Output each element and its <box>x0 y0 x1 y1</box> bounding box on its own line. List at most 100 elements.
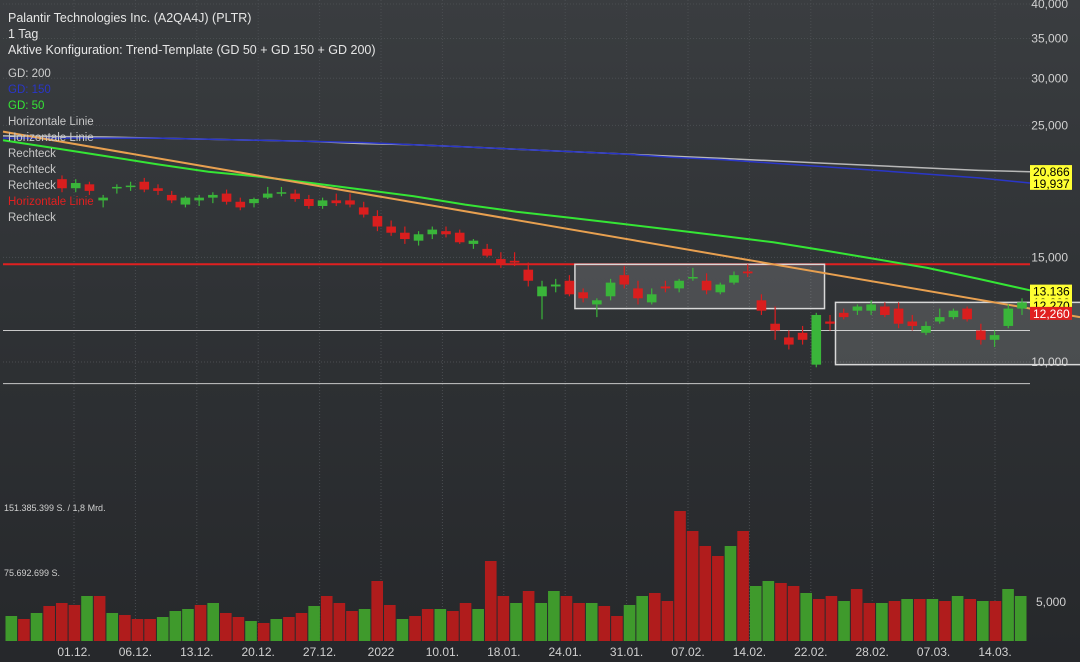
volume-bar <box>850 589 863 641</box>
candle-down <box>907 321 918 326</box>
volume-bar <box>497 596 510 641</box>
candle-up <box>688 277 698 279</box>
legend-item-gd50[interactable]: GD: 50 <box>8 98 94 114</box>
legend-item-horizontal-line[interactable]: Horizontale Linie <box>8 114 94 130</box>
date-tick-label: 24.01. <box>549 645 582 659</box>
candle-down <box>838 312 849 318</box>
volume-bar <box>384 605 396 641</box>
candle-up <box>427 229 438 235</box>
volume-bar <box>623 605 636 641</box>
volume-bar <box>18 619 30 641</box>
date-tick-label: 06.12. <box>119 645 152 659</box>
candle-down <box>742 271 753 274</box>
candle-down <box>564 280 575 295</box>
candle-down <box>441 231 451 235</box>
candle-down <box>454 232 465 243</box>
candle-up <box>537 286 547 297</box>
candle-up <box>989 335 1000 340</box>
candle-down <box>304 199 314 206</box>
legend-item-rectangle[interactable]: Rechteck <box>8 210 94 226</box>
candle-up <box>811 314 822 365</box>
volume-bar <box>510 603 522 641</box>
volume-bar <box>459 603 472 641</box>
candle-down <box>386 226 396 233</box>
candle-up <box>729 275 739 283</box>
volume-bar <box>573 603 585 641</box>
moving-average-gd50 <box>2 139 1031 292</box>
date-tick-label: 27.12. <box>303 645 336 659</box>
volume-bar <box>5 616 18 641</box>
volume-bar <box>749 586 762 641</box>
moving-average-gd200 <box>2 135 1031 173</box>
candle-up <box>413 234 424 241</box>
volume-bar <box>548 591 560 641</box>
volume-bar <box>838 601 850 641</box>
volume-bar <box>737 531 749 641</box>
volume-bar <box>30 613 43 641</box>
legend-item-rectangle[interactable]: Rechteck <box>8 162 94 178</box>
date-tick-label: 22.02. <box>794 645 827 659</box>
volume-bar <box>661 601 674 641</box>
candle-up <box>605 282 616 297</box>
volume-bar <box>699 546 712 641</box>
legend-item-rectangle[interactable]: Rechteck <box>8 146 94 162</box>
candle-up <box>866 304 876 311</box>
chart-canvas[interactable]: 40,00035,00030,00025,00015,00010,00020,8… <box>0 0 1080 662</box>
volume-bar <box>674 511 686 641</box>
candle-up <box>715 284 726 293</box>
volume-bar <box>194 605 207 641</box>
legend-item-horizontal-line-red[interactable]: Horizontale Linie <box>8 194 94 210</box>
volume-axis-label: 5,000 <box>1036 595 1066 609</box>
candle-up <box>249 199 259 204</box>
volume-bar <box>245 621 257 641</box>
volume-bar <box>977 601 989 641</box>
candle-down <box>139 181 150 190</box>
candle-down <box>290 193 300 200</box>
candle-down <box>797 332 808 340</box>
volume-max-label: 151.385.399 S. / 1,8 Mrd. <box>4 503 106 513</box>
candle-up <box>1017 302 1027 309</box>
volume-bar <box>1002 589 1014 641</box>
price-label: 19,937 <box>1033 177 1070 191</box>
volume-bar <box>68 605 81 641</box>
volume-bar <box>346 611 358 641</box>
candle-up <box>674 280 684 289</box>
date-tick-label: 14.02. <box>733 645 766 659</box>
legend-item-rectangle[interactable]: Rechteck <box>8 178 94 194</box>
candle-down <box>633 288 643 299</box>
volume-bar <box>712 556 724 641</box>
legend-item-gd200[interactable]: GD: 200 <box>8 66 94 82</box>
candle-down <box>496 259 506 265</box>
candle-down <box>509 260 520 263</box>
volume-bar <box>926 599 939 641</box>
candle-up <box>921 325 931 333</box>
volume-bar <box>257 623 270 641</box>
price-tick-label: 35,000 <box>1031 31 1068 45</box>
candle-up <box>98 197 108 201</box>
volume-bar <box>863 603 876 641</box>
volume-bar <box>207 603 219 641</box>
volume-mid-label: 75.692.699 S. <box>4 568 60 578</box>
volume-bar <box>813 599 825 641</box>
volume-bar <box>371 581 384 641</box>
price-tick-label: 15,000 <box>1031 250 1068 264</box>
volume-bar <box>901 599 913 641</box>
date-tick-label: 07.02. <box>671 645 704 659</box>
date-tick-label: 20.12. <box>242 645 275 659</box>
volume-bar <box>182 609 194 641</box>
volume-bar <box>800 593 813 641</box>
chart-info: Palantir Technologies Inc. (A2QA4J) (PLT… <box>8 10 376 58</box>
date-tick-label: 10.01. <box>426 645 459 659</box>
candle-down <box>235 201 246 208</box>
candle-down <box>976 330 986 340</box>
candle-up <box>852 306 863 311</box>
moving-average-gd150 <box>3 137 1031 184</box>
legend-item-horizontal-line[interactable]: Horizontale Linie <box>8 130 94 146</box>
volume-bar <box>421 609 434 641</box>
candle-down <box>166 194 177 201</box>
volume-bar <box>787 586 800 641</box>
volume-bar <box>409 616 421 641</box>
candle-up <box>317 200 328 206</box>
legend-item-gd150[interactable]: GD: 150 <box>8 82 94 98</box>
candle-down <box>660 286 671 289</box>
